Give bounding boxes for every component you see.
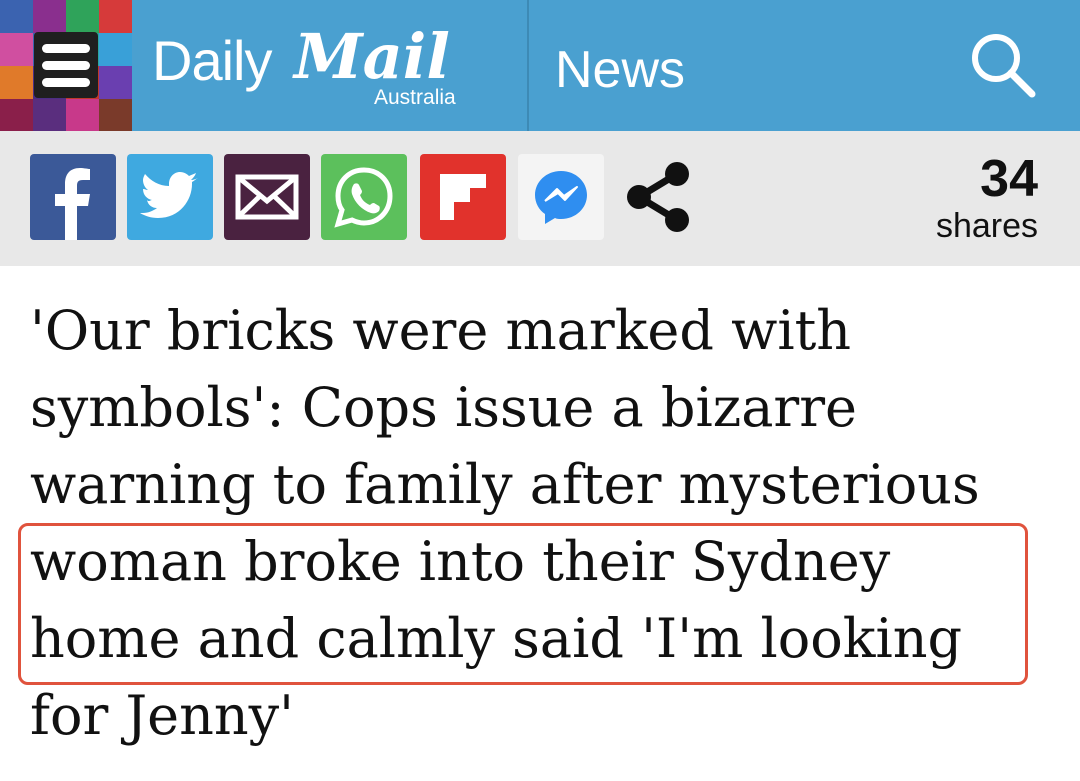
share-count: 34 shares <box>936 153 1038 245</box>
headline-line: 'Our bricks were marked with <box>30 299 852 362</box>
logo-region-text: Australia <box>374 86 456 109</box>
mosaic-tile <box>0 99 33 132</box>
more-share-button[interactable] <box>616 154 702 240</box>
mosaic-tile <box>99 66 132 99</box>
share-icon <box>627 162 689 232</box>
facebook-share-button[interactable] <box>30 154 116 240</box>
logo-mail-text: Mail <box>294 20 450 93</box>
flipboard-icon <box>440 174 486 220</box>
twitter-share-button[interactable] <box>127 154 213 240</box>
mosaic-tile <box>66 0 99 33</box>
mosaic-tile <box>0 33 33 66</box>
mosaic-tile <box>99 0 132 33</box>
flipboard-share-button[interactable] <box>420 154 506 240</box>
messenger-icon <box>535 171 587 224</box>
mosaic-tile <box>33 0 66 33</box>
hamburger-menu-icon[interactable] <box>34 32 98 98</box>
share-count-label: shares <box>935 207 1038 245</box>
logo-daily-text: Daily <box>152 29 272 92</box>
search-icon <box>972 34 1036 98</box>
mosaic-tile <box>33 99 66 132</box>
whatsapp-share-button[interactable] <box>321 154 407 240</box>
facebook-icon <box>55 168 90 240</box>
share-bar: 34 shares <box>0 131 1080 266</box>
highlight-annotation <box>18 523 1028 685</box>
headline-line: warning to family after mysterious <box>30 453 980 516</box>
share-count-number: 34 <box>980 150 1038 208</box>
email-share-button[interactable] <box>224 154 310 240</box>
mosaic-tile <box>0 66 33 99</box>
mosaic-tile <box>0 0 33 33</box>
whatsapp-icon <box>334 167 393 228</box>
headline-line: for Jenny' <box>30 684 294 747</box>
twitter-icon <box>140 172 198 218</box>
site-header: Daily Mail Australia News <box>0 0 1080 132</box>
mosaic-tile <box>66 99 99 132</box>
section-title[interactable]: News <box>555 40 685 100</box>
search-button[interactable] <box>966 28 1042 104</box>
mosaic-tile <box>99 99 132 132</box>
mail-icon <box>235 174 299 220</box>
messenger-share-button[interactable] <box>518 154 604 240</box>
mosaic-tile <box>99 33 132 66</box>
headline-line: symbols': Cops issue a bizarre <box>30 376 857 439</box>
header-divider <box>527 0 529 131</box>
